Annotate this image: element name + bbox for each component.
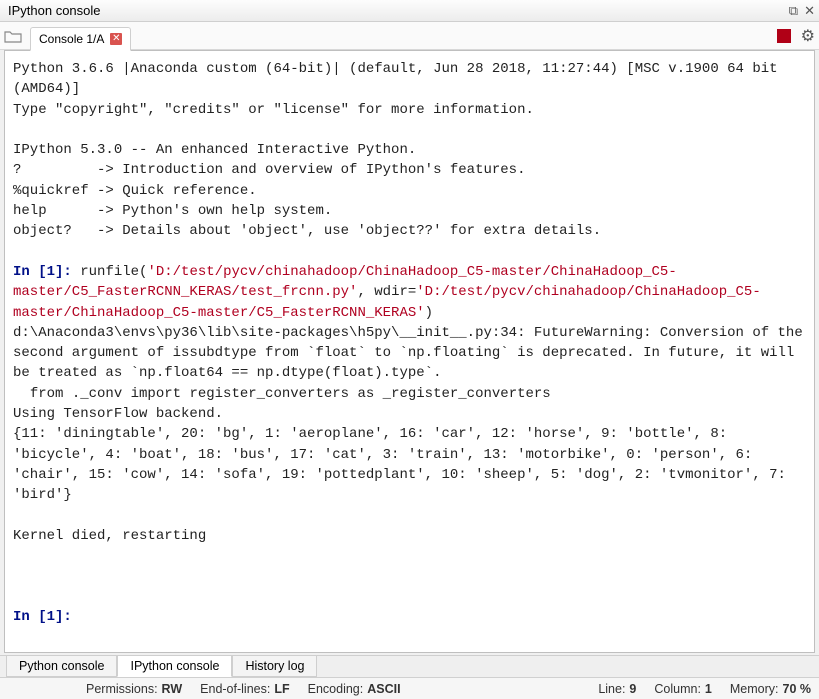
close-tab-icon[interactable]: ✕ <box>110 33 122 45</box>
stop-button[interactable] <box>777 29 791 43</box>
undock-icon[interactable]: ⧉ <box>789 3 798 19</box>
status-memory: Memory: 70 % <box>730 682 811 696</box>
banner-line: IPython 5.3.0 -- An enhanced Interactive… <box>13 142 416 158</box>
console-toolbar: Console 1/A ✕ ⚙ <box>0 22 819 50</box>
in-prompt[interactable]: In [1]: <box>13 609 80 625</box>
help-line: ? -> Introduction and overview of IPytho… <box>13 162 525 178</box>
tab-history-log[interactable]: History log <box>232 656 317 677</box>
code-text: ) <box>425 305 433 321</box>
code-text: , wdir= <box>357 284 416 300</box>
warning-line: d:\Anaconda3\envs\py36\lib\site-packages… <box>13 325 811 382</box>
console-tab-label: Console 1/A <box>39 32 104 46</box>
status-bar: Permissions: RW End-of-lines: LF Encodin… <box>0 677 819 699</box>
kernel-status: Kernel died, restarting <box>13 528 206 544</box>
gear-icon[interactable]: ⚙ <box>801 26 815 46</box>
status-encoding: Encoding: ASCII <box>308 682 401 696</box>
help-line: help -> Python's own help system. <box>13 203 332 219</box>
console-output[interactable]: Python 3.6.6 |Anaconda custom (64-bit)| … <box>4 50 815 653</box>
tab-python-console[interactable]: Python console <box>6 656 117 677</box>
status-eol: End-of-lines: LF <box>200 682 289 696</box>
help-line: object? -> Details about 'object', use '… <box>13 223 601 239</box>
in-prompt: In [1]: <box>13 264 80 280</box>
status-permissions: Permissions: RW <box>86 682 182 696</box>
close-icon[interactable]: ✕ <box>804 3 815 19</box>
status-line: Line: 9 <box>598 682 636 696</box>
help-line: %quickref -> Quick reference. <box>13 183 257 199</box>
console-tab[interactable]: Console 1/A ✕ <box>30 27 131 51</box>
panel-title: IPython console <box>8 3 101 18</box>
warning-line: from ._conv import register_converters a… <box>13 386 551 402</box>
status-column: Column: 1 <box>654 682 712 696</box>
bottom-tab-strip: Python console IPython console History l… <box>0 655 819 677</box>
output-line: {11: 'diningtable', 20: 'bg', 1: 'aeropl… <box>13 426 794 503</box>
banner-line: Python 3.6.6 |Anaconda custom (64-bit)| … <box>13 61 786 97</box>
folder-icon[interactable] <box>4 29 22 43</box>
tab-ipython-console[interactable]: IPython console <box>117 656 232 677</box>
output-line: Using TensorFlow backend. <box>13 406 223 422</box>
banner-line: Type "copyright", "credits" or "license"… <box>13 102 534 118</box>
panel-titlebar: IPython console ⧉ ✕ <box>0 0 819 22</box>
code-text: runfile( <box>80 264 147 280</box>
